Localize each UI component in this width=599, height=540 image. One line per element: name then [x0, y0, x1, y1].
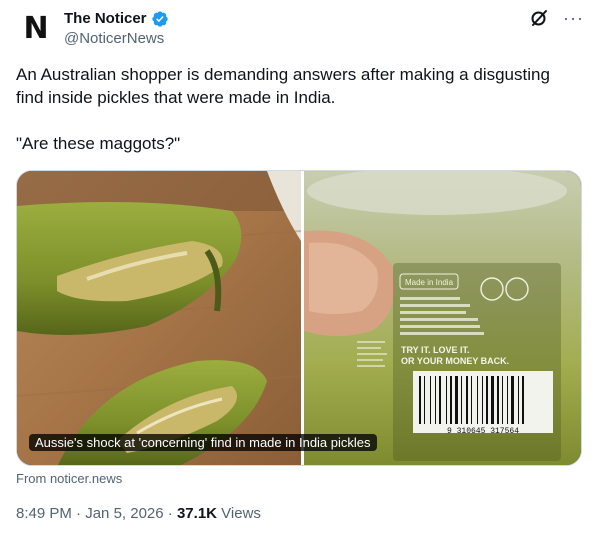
grok-icon[interactable]	[529, 8, 549, 28]
jar-photo: Made in India TRY IT. LOVE IT. OR YOUR M…	[304, 171, 581, 465]
views-count: 37.1K	[176, 505, 217, 522]
author-handle[interactable]: @NoticerNews	[64, 29, 164, 49]
post-paragraph-1: An Australian shopper is demanding answe…	[16, 65, 550, 107]
source-link[interactable]: From noticer.news	[16, 471, 122, 487]
slogan-line-2: OR YOUR MONEY BACK.	[401, 356, 509, 366]
slogan-line-1: TRY IT. LOVE IT.	[401, 345, 470, 355]
author-name-row: The Noticer	[64, 9, 169, 29]
post-meta: 8:49 PM · Jan 5, 2026 · 37.1K Views	[16, 504, 261, 524]
post-text: An Australian shopper is demanding answe…	[16, 63, 576, 155]
header-actions: ···	[529, 8, 584, 28]
post-paragraph-2: "Are these maggots?"	[16, 134, 181, 153]
media-caption: Aussie's shock at 'concerning' find in m…	[29, 434, 377, 451]
post-time[interactable]: 8:49 PM	[16, 505, 72, 522]
verified-badge-icon	[151, 10, 169, 28]
pickle-photo	[17, 171, 302, 465]
meta-sep-1: ·	[71, 505, 86, 522]
avatar-letter: N	[23, 10, 49, 46]
post-date[interactable]: Jan 5, 2026	[85, 505, 163, 522]
author-name[interactable]: The Noticer	[64, 9, 147, 29]
made-in-label: Made in India	[405, 278, 454, 287]
meta-sep-2: ·	[163, 505, 177, 522]
barcode-number: 9 310645 317564	[447, 427, 519, 436]
more-icon[interactable]: ···	[563, 8, 584, 28]
post-media[interactable]: Made in India TRY IT. LOVE IT. OR YOUR M…	[16, 170, 582, 466]
avatar[interactable]: N	[16, 8, 56, 48]
post-header: N The Noticer @NoticerNews ···	[16, 8, 584, 52]
views-label: Views	[217, 505, 261, 522]
